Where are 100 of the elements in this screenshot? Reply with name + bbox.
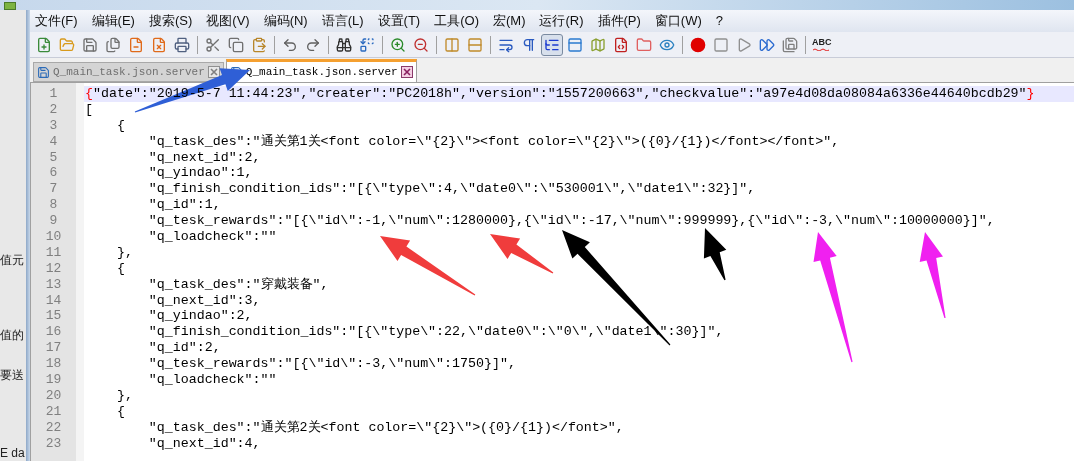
- copy-icon: [228, 36, 244, 53]
- printer-icon: [174, 36, 190, 53]
- code-line: "q_yindao":1,: [147, 165, 253, 182]
- save-macro-icon: [782, 36, 798, 53]
- line-number: 13: [44, 276, 63, 293]
- redo-icon: [305, 36, 321, 53]
- code-line: },: [115, 387, 133, 404]
- line-number: 9: [48, 213, 59, 229]
- record-icon: [690, 36, 706, 53]
- line-number: 8: [48, 197, 59, 214]
- line-number: 11: [44, 244, 63, 261]
- code-line: "q_task_des":"通关第2关<font color=\"{2}\">({0}/{1})</font>",: [147, 419, 624, 436]
- line-number: 3: [48, 117, 59, 134]
- zoom-out-icon: [413, 36, 429, 53]
- code-line: {: [115, 117, 125, 134]
- menu-item[interactable]: 插件(P): [597, 11, 641, 31]
- stop-icon: [713, 36, 729, 53]
- new-file-icon: [36, 36, 52, 53]
- line-number: 10: [44, 229, 63, 245]
- menu-item[interactable]: 运行(R): [539, 11, 584, 31]
- line-number: 17: [44, 340, 63, 357]
- panel-icon: [567, 36, 583, 53]
- tab-label: Q_main_task.json.server: [245, 64, 398, 80]
- scissors-icon: [205, 36, 221, 53]
- menu-item[interactable]: 编码(N): [263, 11, 308, 31]
- file-icon: [37, 65, 50, 79]
- menu-item[interactable]: 窗口(W): [654, 11, 702, 31]
- menu-item[interactable]: ?: [715, 11, 724, 31]
- line-number: 21: [44, 403, 63, 420]
- save-all-icon: [105, 36, 121, 53]
- code-line: [: [85, 101, 93, 118]
- code-line: "q_task_des":"通关第1关<font color=\"{2}\"><font color=\"{2}\">({0}/{1})</font></font>",: [147, 133, 840, 150]
- line-number: 6: [48, 165, 59, 182]
- menu-item[interactable]: 工具(O): [434, 11, 479, 31]
- wavy-underline-icon: [812, 48, 831, 51]
- code-line: "q_next_id":4,: [147, 435, 261, 452]
- code-line: "q_next_id":3,: [147, 292, 261, 309]
- window-text: E da: [0, 445, 26, 461]
- menu-item[interactable]: 语言(L): [321, 11, 364, 31]
- pilcrow-icon: [521, 36, 537, 53]
- line-number: 15: [44, 308, 63, 325]
- menu-item[interactable]: 宏(M): [492, 11, 526, 31]
- window-text: 值元: [0, 252, 25, 269]
- binoculars-icon: [336, 36, 352, 53]
- code-line: "q_tesk_rewards":"[{\"id\":-1,\"num\":1280000},{\"id\":-17,\"num\":999999},{\"id\":-3,\"num\":10000000}]",: [147, 213, 995, 230]
- code-line: {: [115, 403, 125, 420]
- close-all-icon: [151, 36, 167, 53]
- line-number: 16: [44, 324, 63, 341]
- app-icon: [4, 2, 16, 10]
- code-line: {: [115, 260, 125, 277]
- line-number: 1: [48, 86, 59, 102]
- menu-item[interactable]: 设置(T): [377, 11, 421, 31]
- line-number: 5: [48, 149, 59, 166]
- map-icon: [590, 36, 606, 53]
- line-number: 4: [48, 133, 59, 150]
- play-icon: [736, 36, 752, 53]
- file-tab[interactable]: Q_main_task.json.server: [225, 59, 417, 82]
- code-line: "q_loadcheck":"": [147, 229, 277, 245]
- folder-icon: [636, 36, 652, 53]
- line-number: 18: [44, 356, 63, 373]
- line-number: 20: [44, 387, 63, 404]
- zoom-in-icon: [390, 36, 406, 53]
- close-icon[interactable]: [400, 66, 413, 78]
- line-number: 22: [44, 419, 63, 436]
- window-text: 值的: [0, 327, 25, 344]
- line-number: 19: [44, 372, 63, 388]
- fast-forward-icon: [759, 36, 775, 53]
- line-number: 7: [48, 181, 59, 198]
- code-line: "q_next_id":2,: [147, 149, 261, 166]
- code-line: "q_finish_condition_ids":"[{\"type\":4,\"date0\":\"530001\",\"date1\":32}]",: [147, 181, 756, 198]
- code-line: "q_id":1,: [147, 197, 221, 214]
- save-icon: [82, 36, 98, 53]
- menu-item[interactable]: 文件(F): [35, 11, 78, 31]
- line-number: 23: [44, 435, 63, 452]
- indent-guide-button[interactable]: [541, 33, 563, 56]
- menu-item[interactable]: 搜索(S): [148, 11, 193, 31]
- paste-icon: [251, 36, 267, 53]
- line-number: 2: [48, 101, 59, 118]
- line-number: 14: [44, 292, 63, 309]
- replace-icon: [359, 36, 375, 53]
- code-line: "q_tesk_rewards":"[{\"id\":-3,\"num\":1750}]",: [147, 356, 516, 373]
- function-list-icon: [613, 36, 629, 53]
- spellcheck-button[interactable]: ABC: [810, 33, 834, 56]
- split-panel-icon: [444, 36, 460, 53]
- code-line: },: [115, 244, 133, 261]
- code-line: "q_id":2,: [147, 340, 221, 357]
- close-file-icon: [128, 36, 144, 53]
- line-number: 12: [44, 260, 63, 277]
- code-line: "q_task_des":"穿戴装备",: [147, 276, 329, 293]
- split-rows-icon: [467, 36, 483, 53]
- file-tab[interactable]: Q_main_task.json.server: [33, 62, 224, 82]
- window-text: 要送: [0, 367, 25, 384]
- menu-item[interactable]: 视图(V): [206, 11, 250, 31]
- undo-icon: [282, 36, 298, 53]
- code-line: "q_loadcheck":"": [147, 372, 277, 388]
- code-line: "q_yindao":2,: [147, 308, 253, 325]
- open-folder-icon: [59, 36, 75, 53]
- menu-item[interactable]: 编辑(E): [91, 11, 135, 31]
- tab-label: Q_main_task.json.server: [53, 64, 205, 80]
- close-icon[interactable]: [207, 66, 220, 78]
